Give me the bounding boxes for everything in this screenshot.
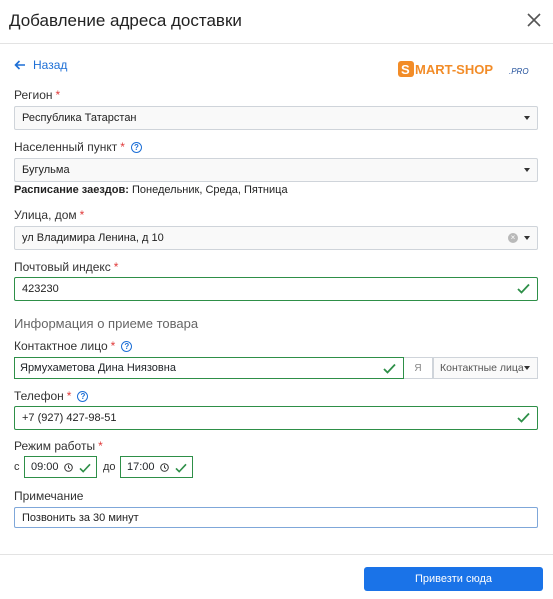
check-icon bbox=[517, 412, 530, 423]
street-label: Улица, дом * bbox=[14, 208, 85, 222]
back-label: Назад bbox=[33, 58, 68, 72]
hours-from-value: 09:00 bbox=[31, 461, 59, 473]
region-label: Регион * bbox=[14, 88, 61, 102]
help-icon[interactable]: ? bbox=[130, 141, 142, 153]
schedule-label: Расписание заездов: bbox=[14, 184, 129, 196]
dialog-title: Добавление адреса доставки bbox=[9, 11, 242, 30]
street-label-text: Улица, дом bbox=[14, 208, 77, 222]
chevron-down-icon bbox=[524, 236, 530, 240]
schedule-value: Понедельник, Среда, Пятница bbox=[132, 184, 288, 196]
contact-label-text: Контактное лицо bbox=[14, 339, 108, 353]
hours-label: Режим работы * bbox=[14, 439, 103, 453]
logo-suffix: .PRO bbox=[509, 67, 529, 76]
street-select[interactable]: ул Владимира Ленина, д 10 × bbox=[14, 226, 538, 250]
hours-from-input[interactable]: 09:00 bbox=[24, 456, 97, 478]
check-icon bbox=[175, 463, 187, 473]
note-input[interactable]: Позвонить за 30 минут bbox=[14, 507, 538, 528]
delivery-schedule: Расписание заездов: Понедельник, Среда, … bbox=[14, 184, 288, 196]
city-label-text: Населенный пункт bbox=[14, 140, 118, 154]
help-icon[interactable]: ? bbox=[121, 340, 133, 352]
city-label: Населенный пункт * ? bbox=[14, 140, 142, 154]
clock-icon[interactable] bbox=[63, 462, 73, 472]
hours-from-prefix: с bbox=[14, 461, 20, 473]
help-icon[interactable]: ? bbox=[77, 390, 89, 402]
phone-label: Телефон * ? bbox=[14, 389, 89, 403]
dialog-header: Добавление адреса доставки bbox=[0, 0, 553, 44]
contact-name-value: Ярмухаметова Дина Ниязовна bbox=[20, 362, 176, 374]
logo-prefix: S bbox=[401, 62, 410, 77]
contact-name-input[interactable]: Ярмухаметова Дина Ниязовна bbox=[14, 357, 404, 379]
footer-divider bbox=[0, 554, 553, 555]
contact-me-button[interactable]: Я bbox=[404, 357, 433, 379]
region-select[interactable]: Республика Татарстан bbox=[14, 106, 538, 130]
check-icon bbox=[79, 463, 91, 473]
phone-value: +7 (927) 427-98-51 bbox=[22, 412, 117, 424]
check-icon bbox=[517, 283, 530, 294]
receiving-section-title: Информация о приеме товара bbox=[14, 316, 199, 331]
street-value: ул Владимира Ленина, д 10 bbox=[22, 232, 164, 244]
city-value: Бугульма bbox=[22, 164, 70, 176]
smart-shop-logo: S MART-SHOP .PRO bbox=[398, 61, 529, 77]
hours-to-value: 17:00 bbox=[127, 461, 155, 473]
back-link[interactable]: Назад bbox=[14, 58, 67, 72]
postal-label-text: Почтовый индекс bbox=[14, 260, 111, 274]
logo-main: MART-SHOP bbox=[415, 62, 493, 77]
hours-label-text: Режим работы bbox=[14, 439, 96, 453]
note-label-text: Примечание bbox=[14, 489, 84, 503]
chevron-down-icon bbox=[524, 366, 530, 370]
chevron-down-icon bbox=[524, 168, 530, 172]
phone-label-text: Телефон bbox=[14, 389, 64, 403]
contacts-dropdown[interactable]: Контактные лица bbox=[433, 357, 538, 379]
city-select[interactable]: Бугульма bbox=[14, 158, 538, 182]
region-value: Республика Татарстан bbox=[22, 112, 137, 124]
submit-button[interactable]: Привезти сюда bbox=[364, 567, 543, 591]
postal-value: 423230 bbox=[22, 283, 59, 295]
postal-label: Почтовый индекс * bbox=[14, 260, 119, 274]
arrow-left-icon bbox=[14, 60, 25, 70]
clear-icon[interactable]: × bbox=[508, 233, 518, 243]
clock-icon[interactable] bbox=[159, 462, 169, 472]
hours-to-prefix: до bbox=[103, 461, 116, 473]
chevron-down-icon bbox=[524, 116, 530, 120]
note-value: Позвонить за 30 минут bbox=[22, 511, 139, 524]
contact-label: Контактное лицо * ? bbox=[14, 339, 133, 353]
hours-to-input[interactable]: 17:00 bbox=[120, 456, 193, 478]
check-icon bbox=[383, 363, 396, 374]
postal-input[interactable]: 423230 bbox=[14, 277, 538, 301]
phone-input[interactable]: +7 (927) 427-98-51 bbox=[14, 406, 538, 430]
region-label-text: Регион bbox=[14, 88, 53, 102]
note-label: Примечание bbox=[14, 489, 83, 503]
contacts-dropdown-label: Контактные лица bbox=[440, 362, 524, 374]
close-icon[interactable] bbox=[524, 10, 544, 30]
